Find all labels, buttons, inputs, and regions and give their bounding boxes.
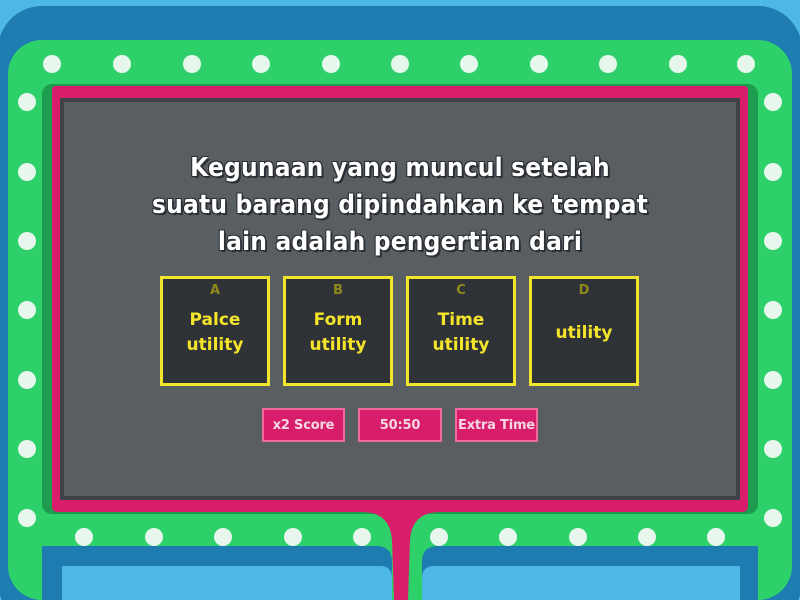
light-bulb bbox=[764, 93, 782, 111]
light-bulb bbox=[737, 55, 755, 73]
light-bulb bbox=[638, 528, 656, 546]
light-bulb bbox=[18, 301, 36, 319]
light-bulb bbox=[764, 301, 782, 319]
answer-d-text: utility bbox=[555, 322, 613, 343]
light-bulb bbox=[391, 55, 409, 73]
light-bulb bbox=[18, 163, 36, 181]
light-bulb bbox=[18, 93, 36, 111]
double-score-button[interactable]: x2 Score bbox=[262, 408, 345, 442]
answer-options: A Palce utility B Form utility C Time ut… bbox=[160, 276, 640, 386]
light-bulb bbox=[764, 163, 782, 181]
game-stage: Kegunaan yang muncul setelah suatu baran… bbox=[0, 0, 800, 600]
light-bulb bbox=[764, 440, 782, 458]
answer-d-button[interactable]: D utility bbox=[529, 276, 639, 386]
light-bulb bbox=[322, 55, 340, 73]
light-bulb bbox=[707, 528, 725, 546]
answer-b-button[interactable]: B Form utility bbox=[283, 276, 393, 386]
light-bulb bbox=[113, 55, 131, 73]
light-bulb bbox=[18, 440, 36, 458]
light-bulb bbox=[183, 55, 201, 73]
light-bulb bbox=[430, 528, 448, 546]
light-bulb bbox=[569, 528, 587, 546]
question-text: Kegunaan yang muncul setelah suatu baran… bbox=[151, 153, 648, 257]
light-bulb bbox=[18, 232, 36, 250]
light-bulb bbox=[145, 528, 163, 546]
answer-c-text: Time utility bbox=[432, 310, 490, 355]
light-bulb bbox=[599, 55, 617, 73]
light-bulb bbox=[75, 528, 93, 546]
light-bulb bbox=[18, 509, 36, 527]
bottom-right-inner bbox=[422, 566, 740, 600]
light-bulb bbox=[284, 528, 302, 546]
light-bulb bbox=[764, 371, 782, 389]
light-bulb bbox=[764, 509, 782, 527]
light-bulb bbox=[252, 55, 270, 73]
light-bulb bbox=[460, 55, 478, 73]
light-bulb bbox=[353, 528, 371, 546]
bottom-left-inner bbox=[62, 566, 392, 600]
answer-a-button[interactable]: A Palce utility bbox=[160, 276, 270, 386]
answer-b-text: Form utility bbox=[309, 310, 367, 355]
light-bulb bbox=[499, 528, 517, 546]
light-bulb bbox=[18, 371, 36, 389]
fifty-fifty-button[interactable]: 50:50 bbox=[358, 408, 442, 442]
light-bulb bbox=[669, 55, 687, 73]
extra-time-button[interactable]: Extra Time bbox=[455, 408, 538, 442]
light-bulb bbox=[764, 232, 782, 250]
light-bulb bbox=[530, 55, 548, 73]
answer-c-button[interactable]: C Time utility bbox=[406, 276, 516, 386]
light-bulb bbox=[214, 528, 232, 546]
powerup-bar: x2 Score 50:50 Extra Time bbox=[262, 408, 542, 446]
light-bulb bbox=[43, 55, 61, 73]
answer-a-text: Palce utility bbox=[186, 310, 244, 355]
